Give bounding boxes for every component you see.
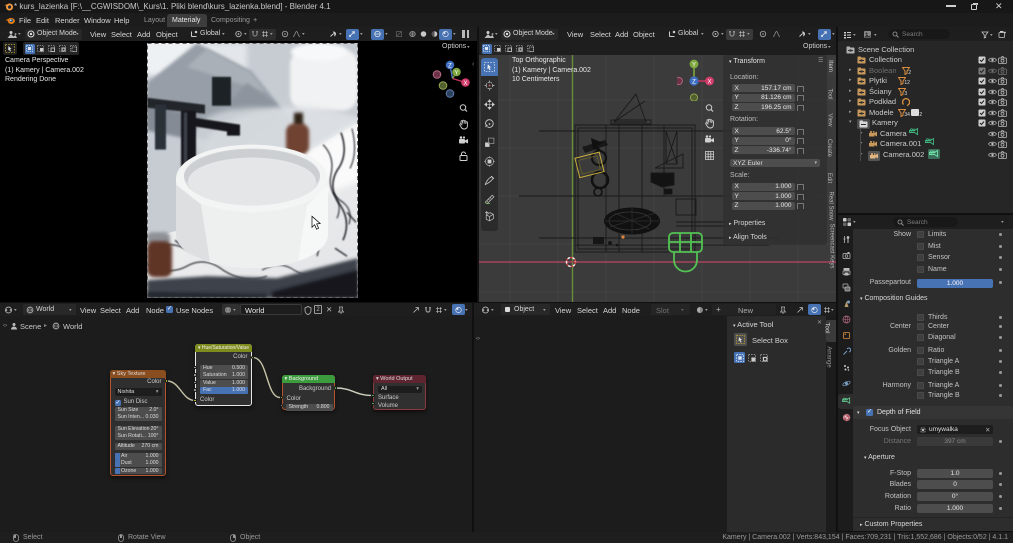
svg-text:X: X: [707, 79, 711, 85]
svg-text:Z: Z: [692, 79, 696, 85]
svg-text:Y: Y: [454, 70, 458, 76]
svg-text:X: X: [463, 81, 467, 87]
svg-text:Z: Z: [448, 63, 452, 69]
svg-text:Y: Y: [692, 62, 696, 68]
